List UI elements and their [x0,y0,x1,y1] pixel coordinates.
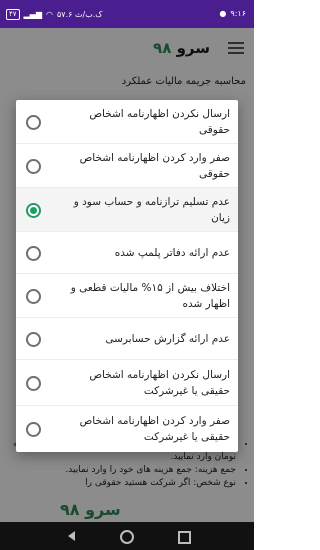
dialog-option[interactable]: ارسال نکردن اظهارنامه اشخاص حقوقی [16,100,238,144]
radio-button[interactable] [26,288,41,304]
dialog-option[interactable]: صفر وارد کردن اظهارنامه اشخاص حقوقی [16,144,238,188]
dialog-option-label: صفر وارد کردن اظهارنامه اشخاص حقوقی [79,151,230,180]
dialog-option-label: عدم ارائه گزارش حسابرسی [105,332,230,345]
dialog-option-label: ارسال نکردن اظهارنامه اشخاص حقیقی یا غیر… [89,368,230,397]
dialog-option-label: اختلاف بیش از ۱۵% مالیات قطعی و اظهار شد… [70,281,230,310]
dialog-option[interactable]: عدم ارائه دفاتر پلمپ شده [16,232,238,274]
dialog-option-label: عدم ارائه دفاتر پلمپ شده [114,246,230,259]
status-bar: ۴۷ ▂▄▆ ◠ ۵۷.۶ ک.ب/ث ● ۹:۱۶ [0,0,254,28]
dialog-option[interactable]: عدم ارائه گزارش حسابرسی [16,318,238,360]
radio-button[interactable] [26,245,41,261]
back-triangle-icon[interactable] [68,531,75,541]
battery-icon: ۴۷ [6,9,20,20]
dialog-option[interactable]: ارسال نکردن اظهارنامه اشخاص حقیقی یا غیر… [16,360,238,406]
home-circle-icon[interactable] [120,530,134,544]
dialog-option-label: ارسال نکردن اظهارنامه اشخاص حقوقی [89,107,230,136]
penalty-type-dialog: ارسال نکردن اظهارنامه اشخاص حقوقی صفر وا… [16,100,238,452]
system-nav-bar [0,522,254,550]
radio-button[interactable] [26,158,41,174]
app-notification-icon: ● [219,9,227,18]
radio-button[interactable] [26,331,41,347]
dialog-option-label: صفر وارد کردن اظهارنامه اشخاص حقیقی یا غ… [79,415,230,443]
dialog-option-selected[interactable]: عدم تسلیم ترازنامه و حساب سود و زیان [16,188,238,232]
dialog-option[interactable]: صفر وارد کردن اظهارنامه اشخاص حقیقی یا غ… [16,406,238,452]
radio-button[interactable] [26,114,41,130]
radio-button[interactable] [26,422,41,437]
recents-square-icon[interactable] [178,531,191,544]
wifi-icon: ◠ [46,10,53,19]
clock: ۹:۱۶ [230,9,246,18]
radio-button[interactable] [26,375,41,391]
network-speed: ۵۷.۶ ک.ب/ث [56,10,103,19]
dialog-option[interactable]: اختلاف بیش از ۱۵% مالیات قطعی و اظهار شد… [16,274,238,318]
signal-icon: ▂▄▆ [23,10,42,19]
dialog-option-label: عدم تسلیم ترازنامه و حساب سود و زیان [73,195,230,224]
radio-button-checked[interactable] [26,202,41,218]
